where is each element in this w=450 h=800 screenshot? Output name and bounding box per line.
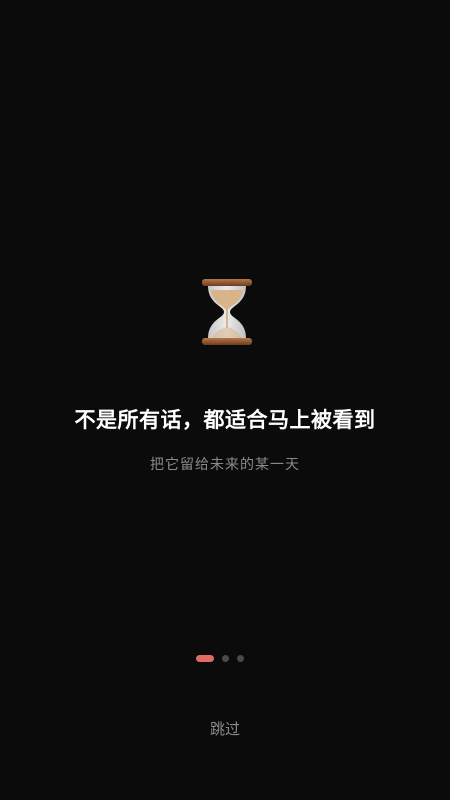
onboarding-screen: 不是所有话，都适合马上被看到 把它留给未来的某一天 跳过	[0, 0, 450, 800]
page-dot-active[interactable]	[196, 654, 214, 662]
headline-text: 不是所有话，都适合马上被看到	[74, 408, 376, 432]
hourglass-icon	[200, 278, 254, 346]
page-dot[interactable]	[237, 654, 244, 662]
skip-button[interactable]: 跳过	[0, 718, 450, 739]
page-indicator	[196, 654, 244, 662]
subline-text: 把它留给未来的某一天	[150, 457, 300, 473]
page-dot[interactable]	[222, 654, 229, 662]
